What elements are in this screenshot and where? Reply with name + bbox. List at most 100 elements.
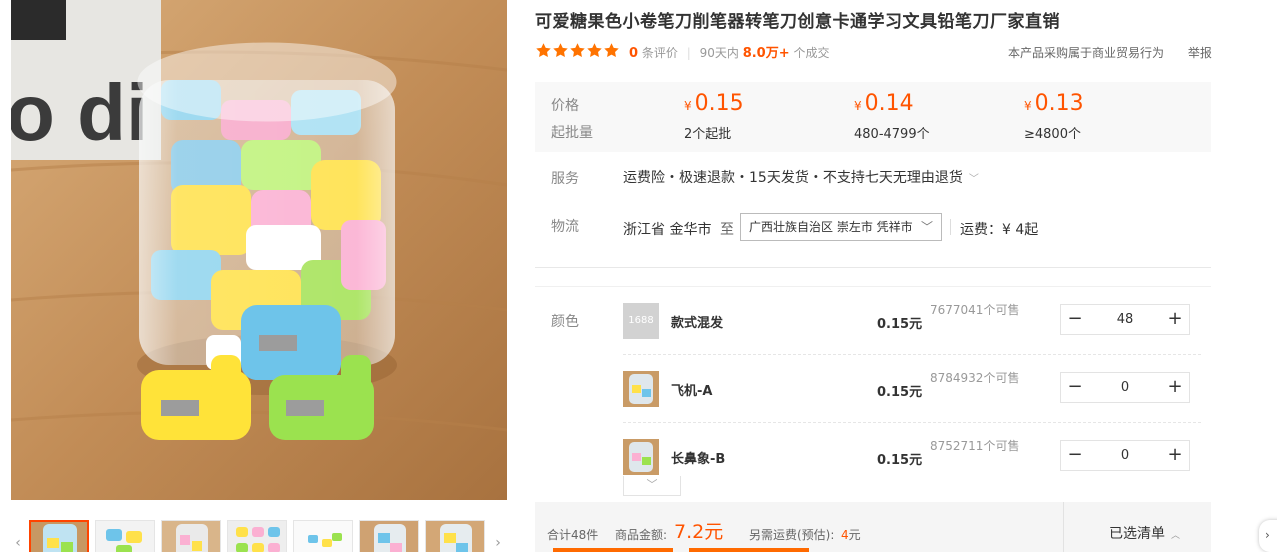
chevron-right-icon: › [1265,528,1270,542]
shipping-amount: 4 [841,528,849,542]
expand-toggle[interactable]: ﹀ [623,476,681,496]
increment-button[interactable]: + [1161,305,1189,334]
tier-price: 0.13 [1034,91,1084,116]
star-icon [536,43,551,57]
sku-price: 0.15元 [877,385,923,400]
total-quantity: 合计48件 [547,528,599,542]
sku-row: 飞机-A 0.15元 8784932个可售 − + [623,355,1201,423]
deal-suffix: 个成交 [793,46,830,60]
chevron-down-icon: ﹀ [646,478,658,491]
sku-thumbnail[interactable] [623,371,659,407]
thumbnail[interactable] [161,520,221,552]
sku-name: 长鼻象-B [671,452,726,467]
price-label: 价格 [551,98,579,114]
star-icon [553,43,568,57]
star-icon [587,43,602,57]
sku-row: 长鼻象-B 0.15元 8752711个可售 − + [623,423,1201,491]
shipping-label: 另需运费(预估): [749,528,835,542]
sku-name: 飞机-A [671,384,713,399]
shipping-value: 4元 [841,526,861,543]
selected-list-toggle[interactable]: 已选清单 ︿ [1109,523,1180,543]
sku-thumbnail[interactable]: 1688 [623,303,659,339]
color-label: 颜色 [551,314,579,330]
ship-from: 浙江省 金华市 [623,222,712,238]
decrement-button[interactable]: − [1061,373,1089,402]
quantity-input[interactable] [1089,305,1161,334]
service-text[interactable]: 运费险・极速退款・15天发货・不支持七天无理由退货 ﹀ [623,167,979,187]
tier-moq: 480-4799个 [854,127,930,142]
order-summary: 合计48件 商品金额: 7.2元 另需运费(预估): 4元 已选清单 ︿ [535,502,1211,552]
amount-label: 商品金额: [615,528,668,542]
increment-button[interactable]: + [1161,373,1189,402]
meta-divider: | [686,46,691,60]
sku-name: 款式混发 [671,316,724,331]
summary-divider [1063,502,1064,552]
decrement-button[interactable]: − [1061,305,1089,334]
service-items: 运费险・极速退款・15天发货・不支持七天无理由退货 [623,170,963,186]
destination-value: 广西壮族自治区 崇左市 凭祥市 [749,220,913,234]
review-count[interactable]: 0 [629,46,638,61]
price-tier: ¥0.15 2个起批 [684,91,744,143]
sku-stock: 7677041个可售 [930,303,1020,317]
sku-price: 0.15元 [877,317,923,332]
sku-thumbnail[interactable] [623,439,659,475]
decrement-button[interactable]: − [1061,441,1089,470]
arrow-left-icon[interactable]: ‹ [11,526,25,552]
thumbnail[interactable] [425,520,485,552]
quantity-stepper: − + [1060,372,1190,403]
review-suffix[interactable]: 条评价 [642,46,678,60]
tier-moq: 2个起批 [684,127,732,142]
freight-estimate: 运费：¥ 4起 [960,222,1039,238]
deal-count: 8.0万+ [742,46,790,61]
price-tier: ¥0.14 480-4799个 [854,91,930,143]
quantity-input[interactable] [1089,441,1161,470]
report-link[interactable]: 举报 [1188,46,1212,60]
thumbnail-strip: ‹ › [11,518,507,552]
increment-button[interactable]: + [1161,441,1189,470]
currency-symbol: ¥ [854,99,862,113]
amount-value: 7.2元 [674,521,724,543]
product-photo-illustration: o di [11,0,507,500]
star-icon [604,43,619,57]
sku-stock: 8752711个可售 [930,439,1020,453]
logistics-label: 物流 [551,219,579,235]
price-tier: ¥0.13 ≥4800个 [1024,91,1084,143]
quantity-stepper: − + [1060,440,1190,471]
thumbnail[interactable] [227,520,287,552]
service-label: 服务 [551,171,579,187]
chevron-down-icon: ﹀ [920,220,933,234]
product-main-image[interactable]: o di [11,0,507,500]
svg-text:o di: o di [11,68,148,157]
moq-label: 起批量 [551,125,593,141]
thumbnail[interactable] [29,520,89,552]
placeholder-logo: 1688 [623,303,659,339]
action-button-edge[interactable] [689,548,809,552]
destination-select[interactable]: 广西壮族自治区 崇左市 凭祥市 ﹀ [740,213,942,241]
deal-period: 90天内 [699,46,739,60]
thumbnail[interactable] [359,520,419,552]
price-box: 价格 起批量 ¥0.15 2个起批 ¥0.14 480-4799个 ¥0.13 … [535,82,1211,152]
sku-stock: 8784932个可售 [930,371,1020,385]
side-float-button[interactable]: › [1259,520,1277,552]
logistics-divider [950,219,951,235]
tier-price: 0.15 [694,91,744,116]
thumbnail[interactable] [95,520,155,552]
sku-row: 1688 款式混发 0.15元 7677041个可售 − + [623,287,1201,355]
ship-to-label: 至 [720,222,734,238]
chevron-up-icon: ︿ [1171,531,1181,541]
tier-price: 0.14 [864,91,914,116]
currency-symbol: ¥ [1024,99,1032,113]
section-divider [535,267,1211,268]
sku-price: 0.15元 [877,453,923,468]
action-button-edge[interactable] [553,548,673,552]
procurement-note: 本产品采购属于商业贸易行为 [1008,46,1165,60]
tier-moq: ≥4800个 [1024,127,1081,142]
thumbnail[interactable] [293,520,353,552]
shipping-unit: 元 [848,528,861,542]
quantity-stepper: − + [1060,304,1190,335]
arrow-right-icon[interactable]: › [491,526,505,552]
currency-symbol: ¥ [684,99,692,113]
quantity-input[interactable] [1089,373,1161,402]
chevron-down-icon[interactable]: ﹀ [969,170,979,185]
product-title: 可爱糖果色小卷笔刀削笔器转笔刀创意卡通学习文具铅笔刀厂家直销 [535,12,1060,32]
